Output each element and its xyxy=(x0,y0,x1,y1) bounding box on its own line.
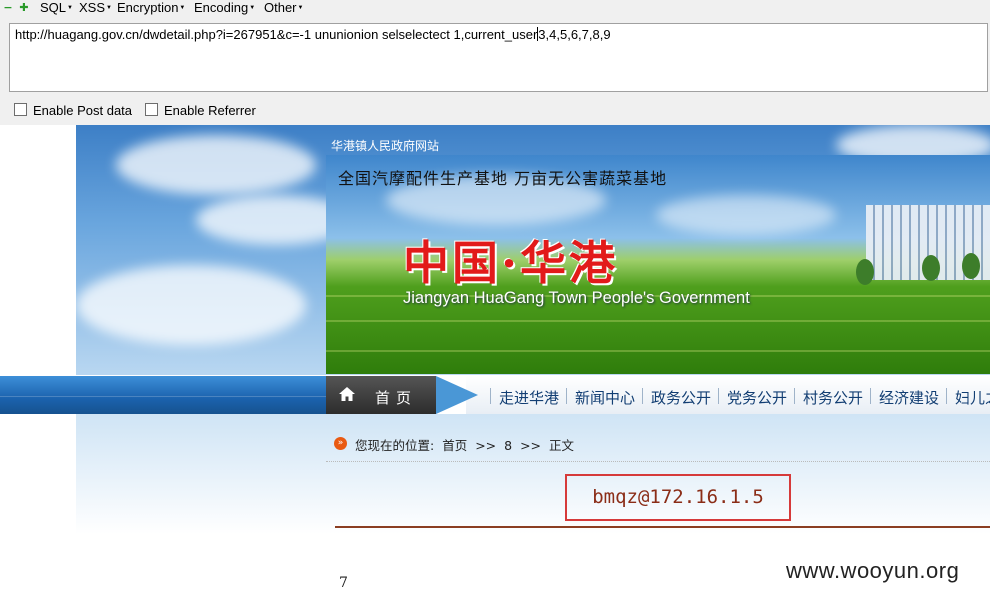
menu-xss-label: XSS xyxy=(79,0,106,15)
chevron-down-icon: ▼ xyxy=(179,5,186,12)
double-chevron-icon: » xyxy=(334,437,347,450)
nav-divider xyxy=(566,388,567,404)
nav-divider xyxy=(870,388,871,404)
menu-encoding[interactable]: Encoding▼ xyxy=(194,0,255,17)
enable-referrer-checkbox[interactable] xyxy=(145,103,158,116)
field-stripe xyxy=(326,320,990,322)
home-icon xyxy=(339,387,355,401)
nav-item-news[interactable]: 新闻中心 xyxy=(575,387,635,408)
cloud-decoration xyxy=(76,265,306,345)
menu-sql-label: SQL xyxy=(40,0,67,15)
chevron-down-icon: ▼ xyxy=(106,5,112,12)
menu-encoding-label: Encoding xyxy=(194,0,249,15)
web-page: 华港镇人民政府网站 全国汽摩配件生产基地 万亩无公害蔬菜基地 中国·华港 Jia… xyxy=(0,125,990,602)
nav-item-women-children[interactable]: 妇儿之 xyxy=(955,387,990,408)
enable-post-data-label: Enable Post data xyxy=(33,103,133,118)
url-text-before-caret: http://huagang.gov.cn/dwdetail.php?i=267… xyxy=(15,27,538,42)
nav-item-government-affairs[interactable]: 政务公开 xyxy=(651,387,711,408)
plus-icon[interactable]: ✚ xyxy=(19,2,29,13)
breadcrumb-label: 您现在的位置: xyxy=(355,438,435,453)
chevron-down-icon: ▼ xyxy=(297,5,304,12)
nav-item-zoujin[interactable]: 走进华港 xyxy=(499,387,559,408)
url-panel: http://huagang.gov.cn/dwdetail.php?i=267… xyxy=(0,17,990,125)
cloud-decoration xyxy=(116,135,316,195)
menu-other-label: Other xyxy=(264,0,297,15)
breadcrumb: 您现在的位置: 首页 >> 8 >> 正文 xyxy=(355,435,578,454)
watermark: www.wooyun.org xyxy=(786,558,960,583)
breadcrumb-separator: >> xyxy=(475,438,497,453)
nav-item-village-affairs[interactable]: 村务公开 xyxy=(803,387,863,408)
nav-item-economic[interactable]: 经济建设 xyxy=(879,387,939,408)
divider xyxy=(326,461,990,463)
chevron-down-icon: ▼ xyxy=(249,5,256,12)
breadcrumb-current: 正文 xyxy=(549,438,575,453)
field-stripe xyxy=(326,350,990,352)
nav-item-party-affairs[interactable]: 党务公开 xyxy=(727,387,787,408)
enable-post-data-checkbox[interactable] xyxy=(14,103,27,116)
menu-encryption[interactable]: Encryption▼ xyxy=(117,0,185,17)
site-name: 华港镇人民政府网站 xyxy=(331,139,440,153)
banner-slogan: 全国汽摩配件生产基地 万亩无公害蔬菜基地 xyxy=(338,169,668,188)
url-text-after-caret: 3,4,5,6,7,8,9 xyxy=(538,27,611,42)
hackbar-toolbar: − ✚ SQL▼ XSS▼ Encryption▼ Encoding▼ Othe… xyxy=(0,0,990,17)
banner-title: 中国·华港 xyxy=(403,236,619,290)
nav-divider xyxy=(718,388,719,404)
enable-referrer-label: Enable Referrer xyxy=(164,103,256,118)
menu-sql[interactable]: SQL▼ xyxy=(40,0,73,17)
enable-post-data-option[interactable]: Enable Post data xyxy=(14,103,132,119)
tree-decoration xyxy=(922,255,940,281)
nav-divider xyxy=(490,388,491,404)
nav-divider xyxy=(794,388,795,404)
title-underline xyxy=(335,526,990,528)
cloud-decoration xyxy=(656,195,836,235)
nav-home-label: 首页 xyxy=(375,389,418,407)
injection-result-highlight: bmqz@172.16.1.5 xyxy=(565,474,791,521)
banner-subtitle: Jiangyan HuaGang Town People's Governmen… xyxy=(403,289,750,307)
url-textarea[interactable]: http://huagang.gov.cn/dwdetail.php?i=267… xyxy=(9,23,988,92)
content-fog-background xyxy=(76,414,990,534)
menu-xss[interactable]: XSS▼ xyxy=(79,0,112,17)
tree-decoration xyxy=(962,253,980,279)
nav-bar-left xyxy=(0,376,326,414)
tree-decoration xyxy=(856,259,874,285)
nav-divider xyxy=(642,388,643,404)
breadcrumb-separator: >> xyxy=(520,438,542,453)
minus-icon[interactable]: − xyxy=(3,2,13,13)
breadcrumb-home-link[interactable]: 首页 xyxy=(442,438,467,453)
nav-chevron-decoration xyxy=(436,376,478,414)
menu-other[interactable]: Other▼ xyxy=(264,0,303,17)
nav-divider xyxy=(946,388,947,404)
enable-referrer-option[interactable]: Enable Referrer xyxy=(145,103,256,119)
breadcrumb-category-link[interactable]: 8 xyxy=(504,438,512,453)
menu-encryption-label: Encryption xyxy=(117,0,179,15)
article-content-number: 7 xyxy=(339,575,348,591)
chevron-down-icon: ▼ xyxy=(67,5,73,12)
